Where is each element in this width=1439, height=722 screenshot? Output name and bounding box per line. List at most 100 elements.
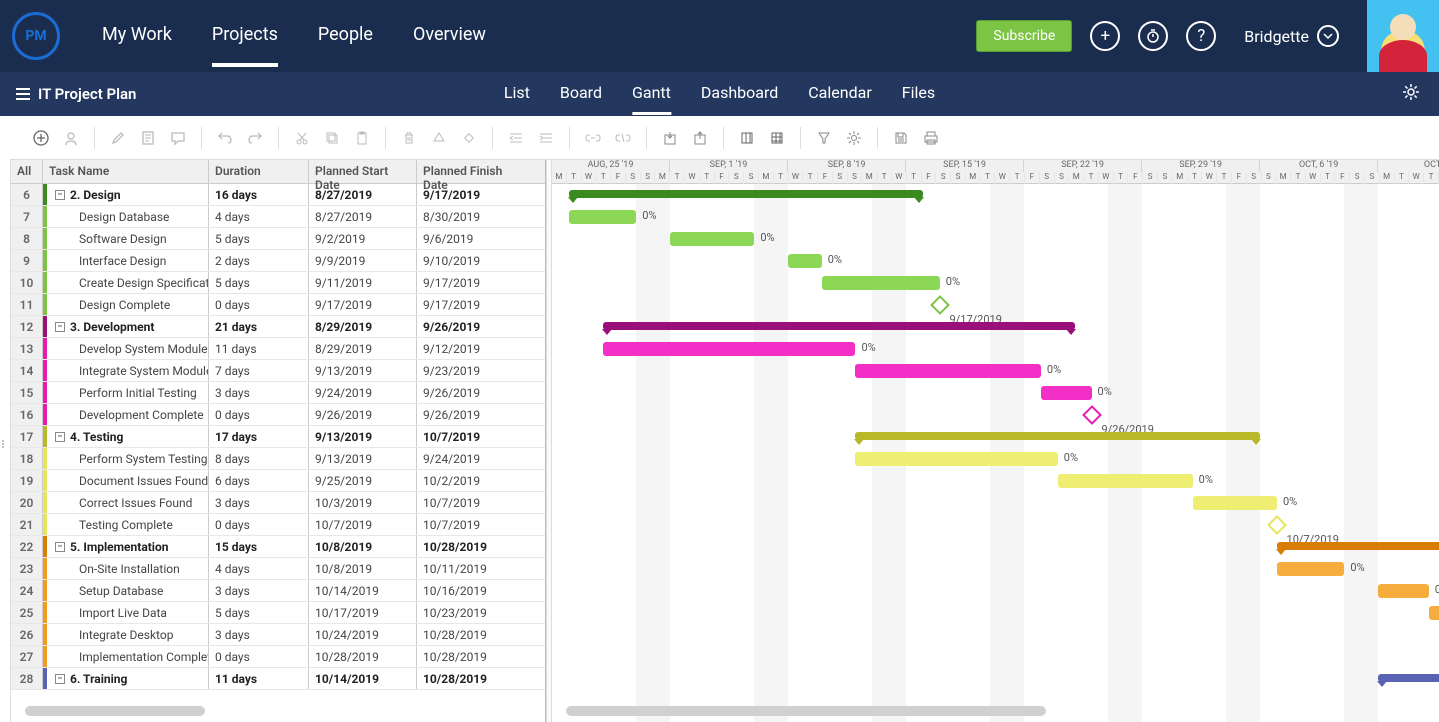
col-header-finish[interactable]: Planned Finish Date [417, 160, 527, 183]
cell-finish[interactable]: 9/26/2019 [417, 316, 527, 337]
cell-start[interactable]: 9/17/2019 [309, 294, 417, 315]
cell-name[interactable]: −6. Training [47, 668, 209, 689]
cell-name[interactable]: Create Design Specification [47, 272, 209, 293]
cell-name[interactable]: −5. Implementation [47, 536, 209, 557]
notes-icon[interactable] [135, 125, 161, 151]
table-row[interactable]: 6−2. Design16 days8/27/20199/17/2019 [11, 184, 545, 206]
table-row[interactable]: 21Testing Complete0 days10/7/201910/7/20… [11, 514, 545, 536]
view-tab-dashboard[interactable]: Dashboard [701, 73, 778, 115]
indent-icon[interactable] [533, 125, 559, 151]
cell-duration[interactable]: 7 days [209, 360, 309, 381]
gantt-summary-bar[interactable] [1378, 674, 1439, 682]
cell-start[interactable]: 8/29/2019 [309, 316, 417, 337]
table-row[interactable]: 13Develop System Modules11 days8/29/2019… [11, 338, 545, 360]
table-row[interactable]: 18Perform System Testing8 days9/13/20199… [11, 448, 545, 470]
table-row[interactable]: 27Implementation Complete0 days10/28/201… [11, 646, 545, 668]
redo-icon[interactable] [242, 125, 268, 151]
gantt-task-bar[interactable]: 0% [788, 254, 822, 268]
export-icon[interactable] [687, 125, 713, 151]
cell-duration[interactable]: 2 days [209, 250, 309, 271]
cell-name[interactable]: Integrate Desktop [47, 624, 209, 645]
cell-start[interactable]: 10/3/2019 [309, 492, 417, 513]
collapse-icon[interactable]: − [55, 322, 65, 332]
cell-start[interactable]: 8/27/2019 [309, 184, 417, 205]
cell-name[interactable]: Setup Database [47, 580, 209, 601]
gantt-task-bar[interactable]: 0% [1378, 584, 1429, 598]
gantt-summary-bar[interactable] [603, 322, 1075, 330]
outdent-icon[interactable] [503, 125, 529, 151]
gantt-task-bar[interactable]: 0% [670, 232, 754, 246]
cell-start[interactable]: 9/13/2019 [309, 448, 417, 469]
view-tab-calendar[interactable]: Calendar [808, 73, 871, 115]
cell-start[interactable]: 8/27/2019 [309, 206, 417, 227]
cell-start[interactable]: 8/29/2019 [309, 338, 417, 359]
cell-finish[interactable]: 9/6/2019 [417, 228, 527, 249]
table-row[interactable]: 19Document Issues Found6 days9/25/201910… [11, 470, 545, 492]
view-tab-gantt[interactable]: Gantt [632, 73, 671, 115]
assign-icon[interactable] [58, 125, 84, 151]
cell-name[interactable]: Implementation Complete [47, 646, 209, 667]
gantt-task-bar[interactable]: 0% [1041, 386, 1092, 400]
cell-duration[interactable]: 11 days [209, 668, 309, 689]
gantt-milestone[interactable]: 10/7/2019 [1267, 515, 1287, 535]
gantt-task-bar[interactable]: 0% [1277, 562, 1344, 576]
cell-duration[interactable]: 17 days [209, 426, 309, 447]
cell-start[interactable]: 10/14/2019 [309, 580, 417, 601]
cell-finish[interactable]: 10/16/2019 [417, 580, 527, 601]
nav-link-overview[interactable]: Overview [413, 6, 486, 67]
cell-finish[interactable]: 10/7/2019 [417, 514, 527, 535]
cell-finish[interactable]: 10/11/2019 [417, 558, 527, 579]
cell-name[interactable]: Design Database [47, 206, 209, 227]
gantt-milestone[interactable]: 9/17/2019 [930, 295, 950, 315]
collapse-icon[interactable]: − [55, 542, 65, 552]
subscribe-button[interactable]: Subscribe [976, 20, 1072, 52]
filter-icon[interactable] [811, 125, 837, 151]
cell-finish[interactable]: 9/26/2019 [417, 404, 527, 425]
table-row[interactable]: 16Development Complete0 days9/26/20199/2… [11, 404, 545, 426]
table-row[interactable]: 22−5. Implementation15 days10/8/201910/2… [11, 536, 545, 558]
paste-icon[interactable] [349, 125, 375, 151]
cell-name[interactable]: On-Site Installation [47, 558, 209, 579]
cell-name[interactable]: Perform System Testing [47, 448, 209, 469]
col-header-start[interactable]: Planned Start Date [309, 160, 417, 183]
cell-start[interactable]: 9/24/2019 [309, 382, 417, 403]
gantt-task-bar[interactable]: 0% [855, 452, 1057, 466]
collapse-icon[interactable]: − [55, 674, 65, 684]
cell-duration[interactable]: 16 days [209, 184, 309, 205]
nav-link-people[interactable]: People [318, 6, 373, 67]
table-row[interactable]: 24Setup Database3 days10/14/201910/16/20… [11, 580, 545, 602]
cell-start[interactable]: 9/13/2019 [309, 426, 417, 447]
table-row[interactable]: 26Integrate Desktop3 days10/24/201910/28… [11, 624, 545, 646]
cell-finish[interactable]: 10/28/2019 [417, 668, 527, 689]
table-row[interactable]: 15Perform Initial Testing3 days9/24/2019… [11, 382, 545, 404]
gantt-task-bar[interactable]: 0% [569, 210, 636, 224]
edit-icon[interactable] [105, 125, 131, 151]
cell-name[interactable]: Document Issues Found [47, 470, 209, 491]
cell-duration[interactable]: 0 days [209, 646, 309, 667]
milestone-icon[interactable] [456, 125, 482, 151]
cell-finish[interactable]: 9/17/2019 [417, 294, 527, 315]
delete-icon[interactable] [396, 125, 422, 151]
col-header-all[interactable]: All [11, 160, 43, 183]
left-grip[interactable] [2, 440, 4, 448]
cell-finish[interactable]: 10/2/2019 [417, 470, 527, 491]
cell-finish[interactable]: 9/24/2019 [417, 448, 527, 469]
cell-start[interactable]: 10/8/2019 [309, 536, 417, 557]
options-icon[interactable] [841, 125, 867, 151]
columns-icon[interactable] [734, 125, 760, 151]
cell-duration[interactable]: 3 days [209, 580, 309, 601]
cell-duration[interactable]: 0 days [209, 404, 309, 425]
undo-icon[interactable] [212, 125, 238, 151]
cell-duration[interactable]: 5 days [209, 272, 309, 293]
cell-start[interactable]: 9/2/2019 [309, 228, 417, 249]
cell-start[interactable]: 10/14/2019 [309, 668, 417, 689]
table-row[interactable]: 8Software Design5 days9/2/20199/6/2019 [11, 228, 545, 250]
clear-icon[interactable] [426, 125, 452, 151]
nav-link-my-work[interactable]: My Work [102, 6, 172, 67]
link-icon[interactable] [580, 125, 606, 151]
unlink-icon[interactable] [610, 125, 636, 151]
import-icon[interactable] [657, 125, 683, 151]
view-tab-files[interactable]: Files [902, 73, 935, 115]
avatar[interactable] [1367, 0, 1439, 72]
cell-start[interactable]: 9/13/2019 [309, 360, 417, 381]
